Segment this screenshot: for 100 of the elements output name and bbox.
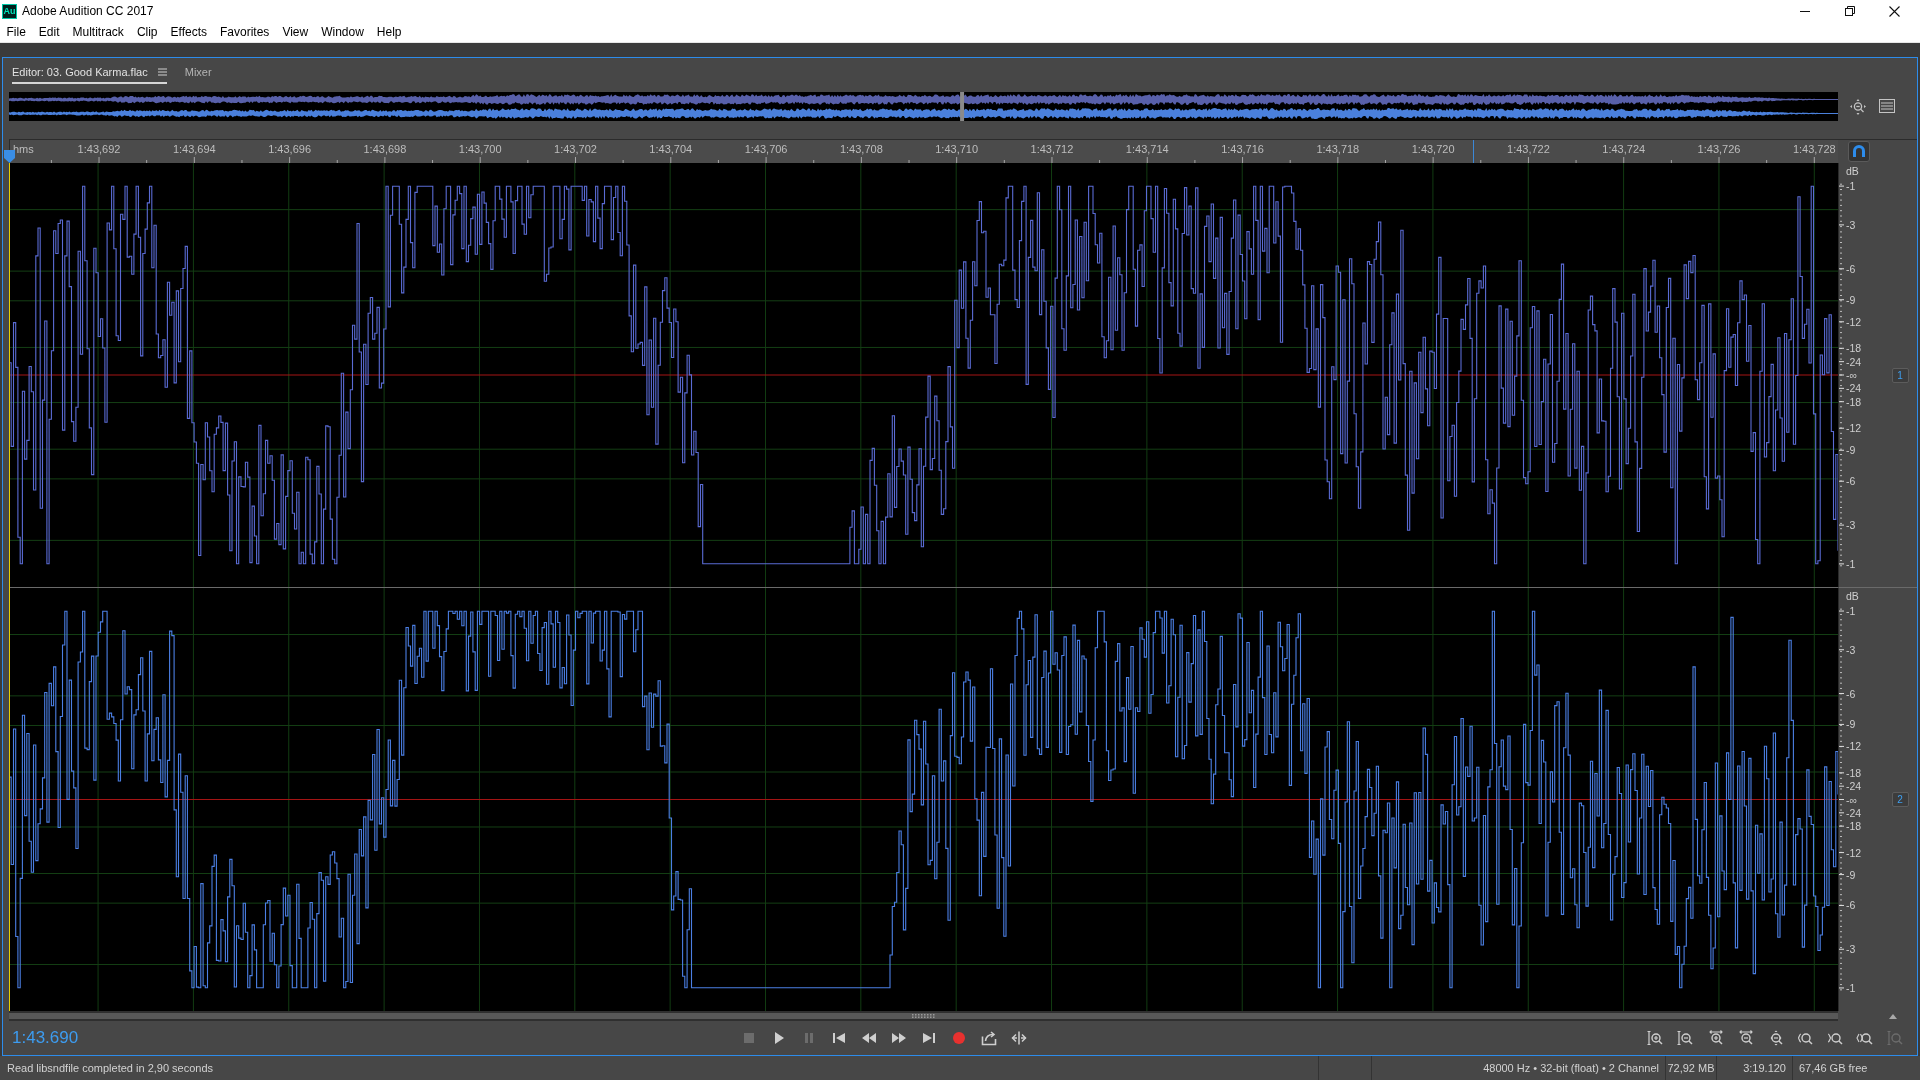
ruler-marker-line bbox=[1473, 140, 1475, 163]
db-label: -6 bbox=[1846, 475, 1856, 487]
time-label: 1:43,714 bbox=[1125, 143, 1169, 156]
db-label: -12 bbox=[1846, 422, 1862, 434]
db-label: -12 bbox=[1846, 316, 1862, 328]
rewind-icon bbox=[861, 1030, 877, 1046]
db-label: -18 bbox=[1846, 820, 1862, 832]
db-label: -18 bbox=[1846, 767, 1862, 779]
db-label: -∞ bbox=[1846, 794, 1857, 805]
panel-tab[interactable]: Mixer bbox=[184, 64, 212, 84]
menu-item[interactable]: Favorites bbox=[213, 22, 276, 42]
time-label: 1:43,724 bbox=[1602, 143, 1646, 156]
time-label: 1:43,704 bbox=[649, 143, 693, 156]
skip-forward-icon bbox=[921, 1030, 937, 1046]
grip-icon bbox=[911, 1014, 936, 1018]
menu-item[interactable]: Edit bbox=[32, 22, 67, 42]
time-label: 1:43,692 bbox=[77, 143, 121, 156]
time-label: 1:43,694 bbox=[172, 143, 216, 156]
time-label: 1:43,706 bbox=[744, 143, 788, 156]
db-label: -3 bbox=[1846, 219, 1856, 231]
channel-button[interactable]: 1 bbox=[1891, 367, 1909, 383]
playhead-handle[interactable] bbox=[4, 150, 15, 163]
status-message: Read libsndfile completed in 2,90 seconds bbox=[7, 1062, 214, 1074]
zoom-navigator-icon[interactable] bbox=[1850, 99, 1866, 115]
time-label: 1:43,728 bbox=[1792, 143, 1836, 156]
db-label: -24 bbox=[1846, 780, 1862, 792]
menu-icon[interactable] bbox=[157, 68, 167, 76]
db-unit-label: dB bbox=[1846, 166, 1859, 177]
duration-label: 3:19.120 bbox=[1743, 1062, 1786, 1074]
snap-button[interactable] bbox=[1848, 141, 1870, 162]
time-label: 1:43,698 bbox=[363, 143, 407, 156]
zoom-in-icon bbox=[1645, 1030, 1663, 1046]
channel-button[interactable]: 2 bbox=[1891, 792, 1909, 807]
bracket-zoom-icon bbox=[1795, 1030, 1813, 1046]
time-label: 1:43,696 bbox=[268, 143, 311, 156]
db-label: -9 bbox=[1846, 718, 1856, 730]
db-label: -9 bbox=[1846, 444, 1856, 456]
magnet-icon bbox=[1852, 145, 1866, 158]
stop-icon bbox=[741, 1030, 757, 1046]
list-icon[interactable] bbox=[1879, 99, 1895, 113]
skip-selection-icon bbox=[1011, 1030, 1027, 1046]
loop-icon bbox=[981, 1030, 997, 1046]
fast-forward-icon bbox=[891, 1030, 907, 1046]
db-label: -9 bbox=[1846, 294, 1856, 306]
db-label: -24 bbox=[1846, 382, 1862, 394]
db-label: -6 bbox=[1846, 263, 1856, 275]
menu-item[interactable]: View bbox=[275, 22, 315, 42]
db-label: -24 bbox=[1846, 807, 1862, 819]
db-label: -3 bbox=[1846, 519, 1856, 531]
db-label: -12 bbox=[1846, 740, 1862, 752]
bracket-zoom-icon bbox=[1855, 1030, 1873, 1046]
app-logo: Au bbox=[2, 3, 17, 19]
audio-waveform[interactable] bbox=[9, 163, 1838, 587]
menu-item[interactable]: Help bbox=[370, 22, 409, 42]
menu-item[interactable]: Multitrack bbox=[66, 22, 131, 42]
db-label: -12 bbox=[1846, 847, 1862, 859]
time-label: 1:43,712 bbox=[1030, 143, 1074, 156]
record-icon bbox=[951, 1030, 967, 1046]
time-label: 1:43,722 bbox=[1507, 143, 1550, 156]
time-label: 1:43,718 bbox=[1316, 143, 1360, 156]
db-label: -1 bbox=[1846, 180, 1856, 192]
db-label: -3 bbox=[1846, 644, 1856, 656]
db-label: -1 bbox=[1846, 982, 1856, 994]
db-label: -18 bbox=[1846, 342, 1862, 354]
db-label: -6 bbox=[1846, 899, 1856, 911]
zoom-out-icon bbox=[1675, 1030, 1693, 1046]
db-label: -1 bbox=[1846, 605, 1856, 617]
free-space-label: 67,46 GB free bbox=[1799, 1062, 1868, 1074]
time-label: 1:43,720 bbox=[1411, 143, 1455, 156]
time-label: 1:43,708 bbox=[839, 143, 883, 156]
zoom-track-icon bbox=[1885, 1030, 1903, 1046]
time-label: 1:43,702 bbox=[554, 143, 597, 156]
time-display: 1:43.690 bbox=[12, 1028, 79, 1048]
db-label: -9 bbox=[1846, 869, 1856, 881]
db-label: -1 bbox=[1846, 558, 1856, 570]
panel-tab[interactable]: Editor: 03. Good Karma.flac bbox=[12, 64, 167, 84]
skip-back-icon bbox=[831, 1030, 847, 1046]
db-label: -24 bbox=[1846, 356, 1862, 368]
file-size-label: 72,92 MB bbox=[1667, 1062, 1715, 1074]
caret-up-icon[interactable] bbox=[1889, 1013, 1897, 1019]
time-label: 1:43,716 bbox=[1221, 143, 1264, 156]
menu-item[interactable]: Window bbox=[314, 22, 371, 42]
restore-icon bbox=[1844, 6, 1855, 16]
menu-item[interactable]: Clip bbox=[130, 22, 165, 42]
time-label: 1:43,700 bbox=[458, 143, 502, 156]
close-icon bbox=[1889, 5, 1900, 17]
minimize-icon bbox=[1799, 10, 1810, 12]
time-label: 1:43,726 bbox=[1697, 143, 1741, 156]
db-label: -∞ bbox=[1846, 369, 1857, 381]
db-label: -6 bbox=[1846, 688, 1856, 700]
overview-waveform[interactable] bbox=[9, 92, 1838, 121]
menu-item[interactable]: File bbox=[0, 22, 33, 42]
audio-waveform[interactable] bbox=[9, 587, 1838, 1011]
scrollbar[interactable] bbox=[9, 1011, 1838, 1021]
db-label: -3 bbox=[1846, 943, 1856, 955]
menu-item[interactable]: Effects bbox=[164, 22, 214, 42]
bracket-zoom-icon bbox=[1825, 1030, 1843, 1046]
db-unit-label: dB bbox=[1846, 591, 1859, 602]
audio-format-label: 48000 Hz • 32-bit (float) • 2 Channel bbox=[1483, 1062, 1659, 1074]
time-label: 1:43,710 bbox=[935, 143, 979, 156]
